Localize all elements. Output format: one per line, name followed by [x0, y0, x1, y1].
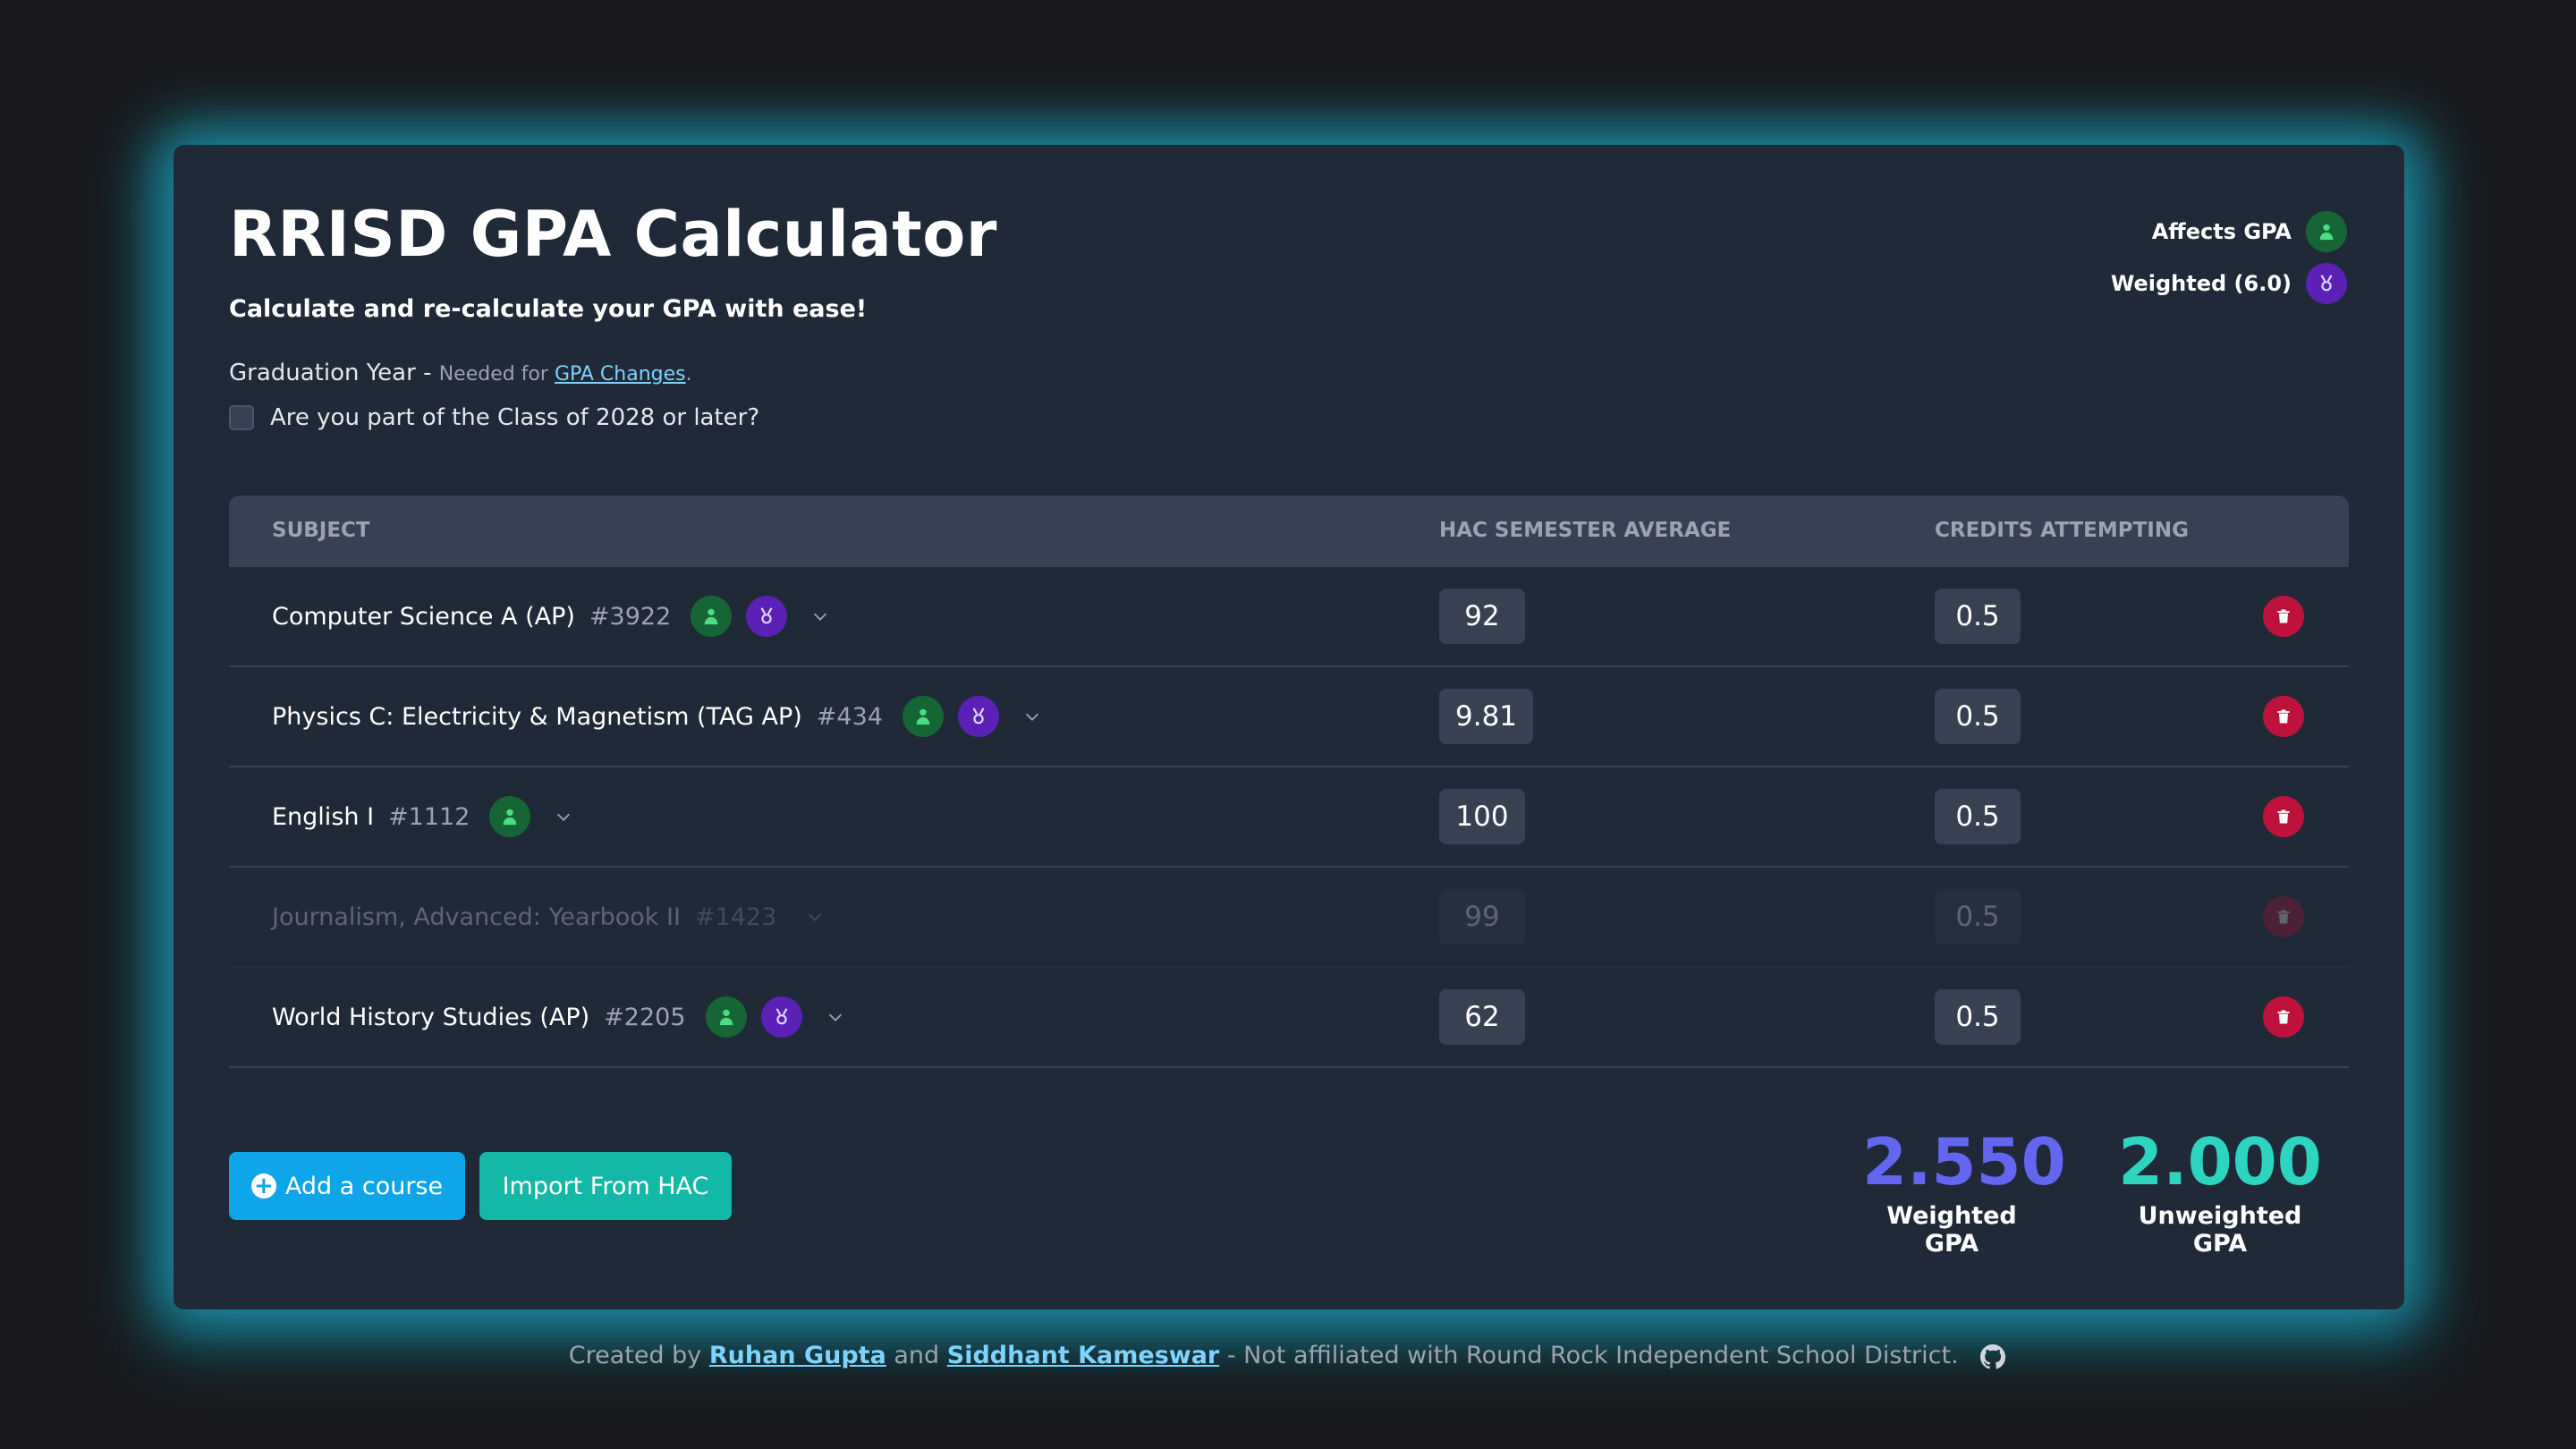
credits-input[interactable]: 0.5	[1935, 589, 2021, 644]
course-subject: World History Studies (AP) #2205	[272, 968, 849, 1066]
table-row: English I #1112 100 0.5	[229, 767, 2349, 868]
graduation-year-label: Graduation Year -	[229, 360, 432, 386]
course-table: SUBJECT HAC SEMESTER AVERAGE CREDITS ATT…	[229, 496, 2349, 1068]
delete-course-button[interactable]	[2263, 996, 2304, 1038]
github-icon[interactable]	[1979, 1343, 2007, 1371]
graduation-year-note: Needed for GPA Changes.	[439, 363, 692, 386]
weighted-gpa: 2.550 Weighted GPA	[1862, 1124, 2066, 1258]
import-hac-button[interactable]: Import From HAC	[479, 1152, 732, 1220]
graduation-note-prefix: Needed for	[438, 363, 548, 386]
weighted-gpa-value: 2.550	[1862, 1124, 2066, 1199]
unweighted-gpa-value: 2.000	[2118, 1124, 2322, 1199]
credits-input[interactable]: 0.5	[1935, 889, 2021, 945]
table-row-disabled: Journalism, Advanced: Yearbook II #1423 …	[229, 868, 2349, 968]
credits-input[interactable]: 0.5	[1935, 789, 2021, 844]
delete-course-button[interactable]	[2263, 896, 2304, 937]
credits-input[interactable]: 0.5	[1935, 689, 2021, 744]
course-name: Computer Science A (AP)	[272, 602, 575, 631]
course-subject: English I #1112	[272, 767, 577, 866]
author-link-1[interactable]: Ruhan Gupta	[709, 1342, 886, 1369]
badge-legend: Affects GPA Weighted (6.0)	[2111, 206, 2347, 309]
chevron-down-icon[interactable]	[801, 903, 828, 930]
footer-created-by: Created by	[568, 1342, 702, 1369]
graduation-note-suffix: .	[685, 363, 692, 386]
import-hac-label: Import From HAC	[502, 1172, 709, 1200]
gpa-changes-link[interactable]: GPA Changes	[555, 363, 686, 386]
medal-icon	[760, 996, 802, 1038]
unweighted-gpa: 2.000 Unweighted GPA	[2113, 1124, 2327, 1258]
table-row: Physics C: Electricity & Magnetism (TAG …	[229, 667, 2349, 767]
average-input[interactable]: 100	[1439, 789, 1525, 844]
class-2028-row[interactable]: Are you part of the Class of 2028 or lat…	[229, 404, 759, 431]
add-course-button[interactable]: + Add a course	[229, 1152, 465, 1220]
course-name: World History Studies (AP)	[272, 1003, 590, 1031]
medal-icon	[746, 596, 788, 637]
average-input[interactable]: 62	[1439, 989, 1525, 1045]
column-header-average: HAC SEMESTER AVERAGE	[1439, 519, 1732, 542]
course-subject: Computer Science A (AP) #3922	[272, 567, 834, 665]
legend-weighted-label: Weighted (6.0)	[2110, 271, 2292, 296]
trash-icon	[2277, 809, 2290, 824]
page-subtitle: Calculate and re-calculate your GPA with…	[229, 295, 868, 323]
course-subject: Journalism, Advanced: Yearbook II #1423	[272, 868, 828, 966]
legend-weighted: Weighted (6.0)	[2111, 258, 2347, 309]
trash-icon	[2277, 910, 2290, 924]
column-header-subject: SUBJECT	[272, 519, 370, 542]
medal-icon	[2306, 263, 2347, 304]
author-link-2[interactable]: Siddhant Kameswar	[947, 1342, 1219, 1369]
course-code: #434	[816, 702, 883, 731]
legend-affects-gpa-label: Affects GPA	[2151, 219, 2292, 244]
class-2028-label: Are you part of the Class of 2028 or lat…	[270, 404, 760, 431]
graduate-icon	[705, 996, 747, 1038]
medal-icon	[957, 696, 999, 737]
credits-input[interactable]: 0.5	[1935, 989, 2021, 1045]
graduate-icon	[902, 696, 944, 737]
delete-course-button[interactable]	[2263, 796, 2304, 837]
table-row: World History Studies (AP) #2205 62 0.5	[229, 968, 2349, 1068]
average-input[interactable]: 99	[1439, 889, 1525, 945]
delete-course-button[interactable]	[2263, 596, 2304, 637]
table-header: SUBJECT HAC SEMESTER AVERAGE CREDITS ATT…	[229, 496, 2349, 567]
course-code: #3922	[589, 602, 672, 631]
delete-course-button[interactable]	[2263, 696, 2304, 737]
chevron-down-icon[interactable]	[822, 1004, 849, 1030]
graduation-year-row: Graduation Year - Needed for GPA Changes…	[229, 360, 692, 386]
course-subject: Physics C: Electricity & Magnetism (TAG …	[272, 667, 1046, 766]
trash-icon	[2277, 709, 2290, 724]
course-name: Physics C: Electricity & Magnetism (TAG …	[272, 702, 802, 731]
table-row: Computer Science A (AP) #3922 92 0.5	[229, 567, 2349, 667]
course-code: #1112	[388, 802, 470, 831]
footer-disclaimer: - Not affiliated with Round Rock Indepen…	[1226, 1342, 1959, 1369]
plus-icon: +	[250, 1174, 276, 1199]
footer-and: and	[894, 1342, 940, 1369]
chevron-down-icon[interactable]	[550, 803, 577, 830]
trash-icon	[2277, 1010, 2290, 1024]
graduate-icon	[489, 796, 531, 837]
chevron-down-icon[interactable]	[1019, 703, 1046, 730]
unweighted-gpa-label: Unweighted GPA	[2138, 1201, 2302, 1258]
trash-icon	[2277, 609, 2290, 623]
legend-affects-gpa: Affects GPA	[2111, 206, 2347, 258]
page-title: RRISD GPA Calculator	[229, 198, 997, 271]
graduate-icon	[691, 596, 733, 637]
average-input[interactable]: 92	[1439, 589, 1525, 644]
average-input[interactable]: 9.81	[1439, 689, 1534, 744]
calculator-card: RRISD GPA Calculator Calculate and re-ca…	[174, 145, 2404, 1309]
chevron-down-icon[interactable]	[807, 603, 834, 630]
class-2028-checkbox[interactable]	[229, 405, 254, 430]
course-name: English I	[272, 802, 375, 831]
graduate-icon	[2306, 211, 2347, 252]
course-code: #1423	[694, 902, 777, 931]
course-code: #2205	[604, 1003, 686, 1031]
footer: Created by Ruhan Gupta and Siddhant Kame…	[0, 1342, 2576, 1371]
course-name: Journalism, Advanced: Yearbook II	[272, 902, 681, 931]
add-course-label: Add a course	[284, 1172, 444, 1200]
weighted-gpa-label: Weighted GPA	[1886, 1201, 2017, 1258]
column-header-credits: CREDITS ATTEMPTING	[1935, 519, 2189, 542]
